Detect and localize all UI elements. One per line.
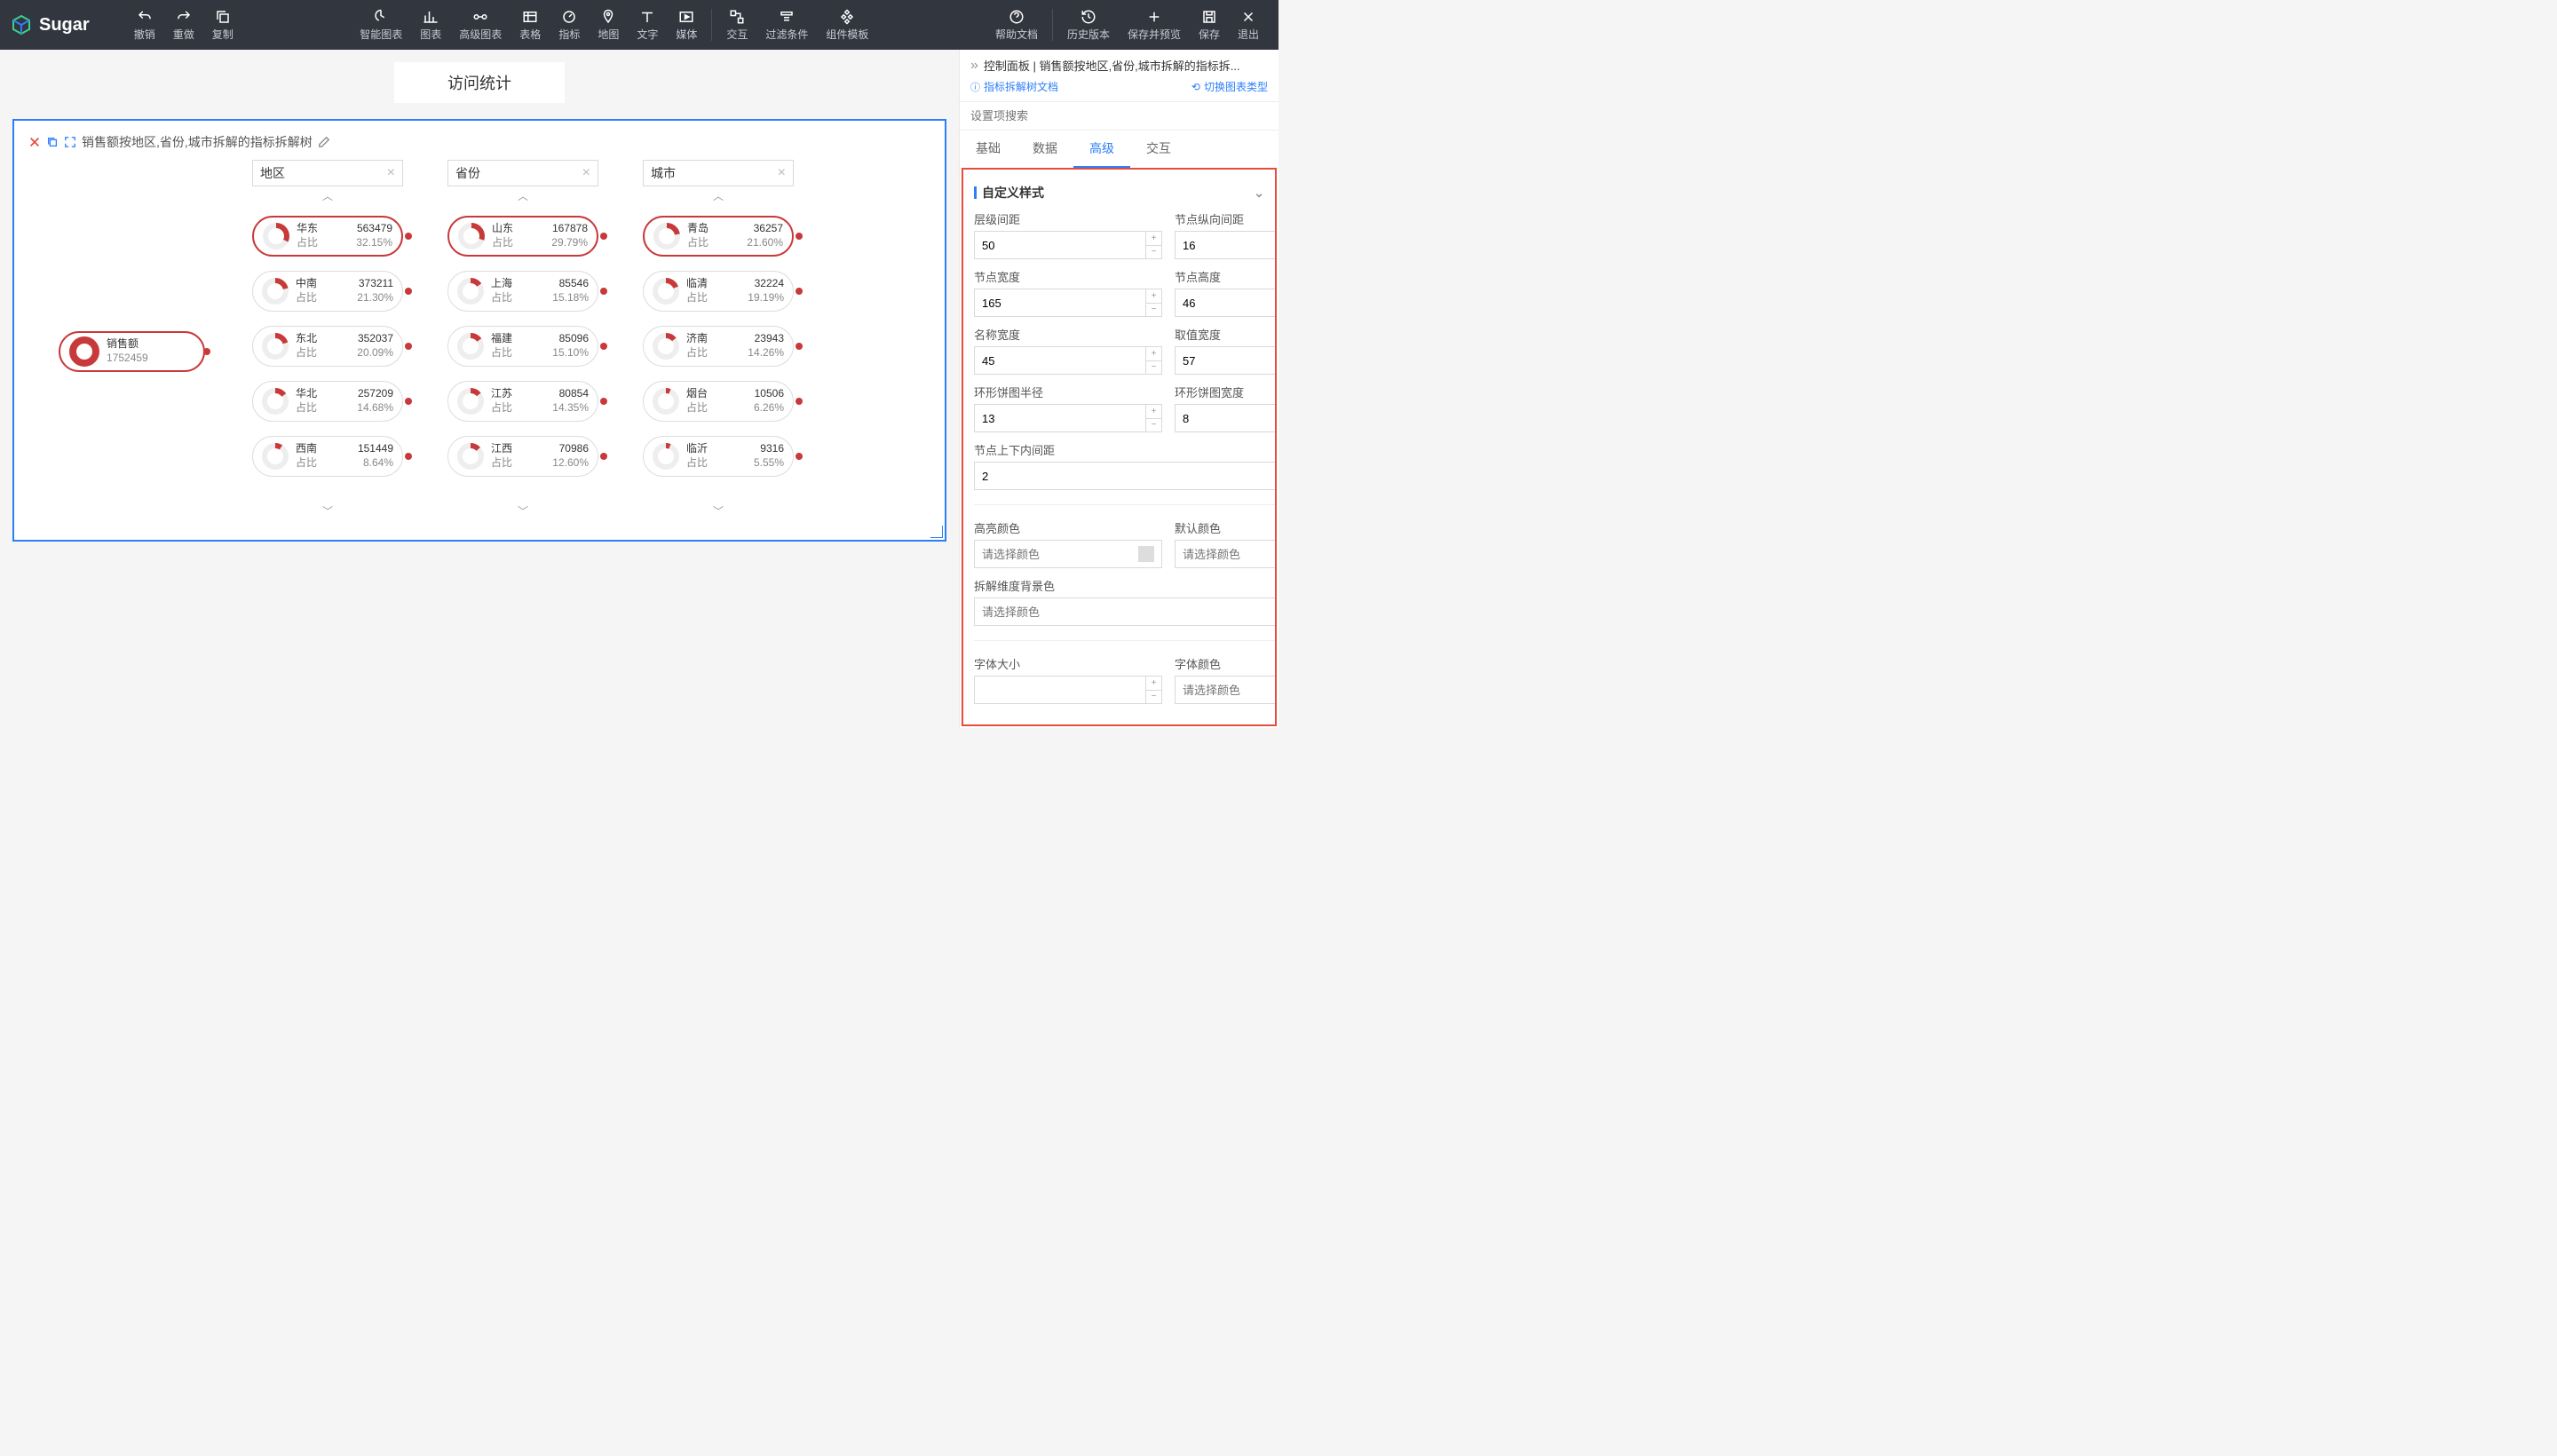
table-button[interactable]: 表格 xyxy=(511,0,550,50)
tree-node[interactable]: 华北257209占比14.68% xyxy=(252,381,403,422)
clear-icon[interactable]: × xyxy=(387,165,395,181)
num-input[interactable]: +− xyxy=(974,676,1162,704)
edit-icon[interactable] xyxy=(318,136,330,148)
topbar: Sugar 撤销 重做 复制 智能图表 图表 高级图表 表格 指标 地图 文字 … xyxy=(0,0,1278,50)
copy-icon[interactable] xyxy=(46,136,59,148)
template-button[interactable]: 组件模板 xyxy=(817,0,877,50)
color-input[interactable] xyxy=(974,540,1162,568)
step-down[interactable]: − xyxy=(1146,246,1161,259)
collapse-panel-icon[interactable]: » xyxy=(970,58,978,74)
num-input[interactable]: +− xyxy=(1175,231,1277,259)
num-input[interactable]: +− xyxy=(974,462,1277,490)
doc-link[interactable]: ⓘ指标拆解树文档 xyxy=(970,79,1058,94)
chevron-down-icon[interactable]: ⌄ xyxy=(1254,186,1264,201)
dim-select-1[interactable]: 省份× xyxy=(447,160,598,186)
logo: Sugar xyxy=(11,14,90,36)
save-preview-button[interactable]: 保存并预览 xyxy=(1119,0,1190,50)
copy-button[interactable]: 复制 xyxy=(203,0,242,50)
step-up[interactable]: + xyxy=(1146,232,1161,246)
num-input[interactable]: +− xyxy=(1175,289,1277,317)
tree-node[interactable]: 西南151449占比8.64% xyxy=(252,436,403,477)
scroll-up-1[interactable]: ︿ xyxy=(447,188,598,203)
tree-node[interactable]: 东北352037占比20.09% xyxy=(252,326,403,367)
dim-select-2[interactable]: 城市× xyxy=(643,160,794,186)
expand-icon[interactable] xyxy=(64,136,76,148)
smart-chart-button[interactable]: 智能图表 xyxy=(351,0,411,50)
scroll-up-0[interactable]: ︿ xyxy=(252,188,403,203)
panel-tab-2[interactable]: 高级 xyxy=(1073,131,1130,168)
redo-button[interactable]: 重做 xyxy=(164,0,203,50)
scroll-up-2[interactable]: ︿ xyxy=(643,188,794,203)
tree-node[interactable]: 福建85096占比15.10% xyxy=(447,326,598,367)
color-input[interactable] xyxy=(1175,676,1277,704)
switch-chart-link[interactable]: ⟲切换图表类型 xyxy=(1191,79,1268,94)
clear-icon[interactable]: × xyxy=(582,165,590,181)
tree-node[interactable]: 江西70986占比12.60% xyxy=(447,436,598,477)
help-button[interactable]: 帮助文档 xyxy=(986,0,1047,50)
color-input[interactable] xyxy=(1175,540,1277,568)
section-title[interactable]: 自定义样式⌄ xyxy=(974,178,1264,210)
tree-node[interactable]: 中南373211占比21.30% xyxy=(252,271,403,312)
step-down[interactable]: − xyxy=(1146,361,1161,375)
step-up[interactable]: + xyxy=(1146,347,1161,361)
resize-handle[interactable] xyxy=(930,526,943,538)
right-panel: » 控制面板 | 销售额按地区,省份,城市拆解的指标拆... ⓘ指标拆解树文档 … xyxy=(959,50,1278,728)
step-up[interactable]: + xyxy=(1146,289,1161,304)
history-button[interactable]: 历史版本 xyxy=(1058,0,1119,50)
step-up[interactable]: + xyxy=(1146,405,1161,419)
tree-node[interactable]: 华东563479占比32.15% xyxy=(252,216,403,257)
chart-button[interactable]: 图表 xyxy=(411,0,450,50)
color-input[interactable] xyxy=(974,597,1277,626)
scroll-down-0[interactable]: ﹀ xyxy=(252,503,403,518)
dim-select-0[interactable]: 地区× xyxy=(252,160,403,186)
scroll-down-1[interactable]: ﹀ xyxy=(447,503,598,518)
num-input[interactable]: +− xyxy=(974,289,1162,317)
media-button[interactable]: 媒体 xyxy=(667,0,706,50)
save-button[interactable]: 保存 xyxy=(1190,0,1229,50)
tree-node[interactable]: 烟台10506占比6.26% xyxy=(643,381,794,422)
num-input[interactable]: +− xyxy=(1175,404,1277,432)
brand-text: Sugar xyxy=(39,15,90,36)
page-title[interactable]: 访问统计 xyxy=(394,62,565,103)
num-input[interactable]: +− xyxy=(1175,346,1277,375)
tree-node[interactable]: 江苏80854占比14.35% xyxy=(447,381,598,422)
adv-chart-button[interactable]: 高级图表 xyxy=(450,0,511,50)
step-down[interactable]: − xyxy=(1146,419,1161,432)
settings-search-input[interactable] xyxy=(970,109,1268,123)
panel-tab-3[interactable]: 交互 xyxy=(1130,131,1187,168)
step-down[interactable]: − xyxy=(1146,304,1161,317)
root-node[interactable]: 销售额1752459 xyxy=(59,331,205,372)
panel-title: 控制面板 | 销售额按地区,省份,城市拆解的指标拆... xyxy=(984,57,1268,74)
tree-node[interactable]: 临沂9316占比5.55% xyxy=(643,436,794,477)
chart-container[interactable]: 销售额按地区,省份,城市拆解的指标拆解树 地区× 省份× 城市× ︿ ︿ ︿ 销售额17… xyxy=(12,119,946,542)
filter-button[interactable]: 过滤条件 xyxy=(756,0,817,50)
tree-node[interactable]: 上海85546占比15.18% xyxy=(447,271,598,312)
chart-title: 销售额按地区,省份,城市拆解的指标拆解树 xyxy=(82,133,313,151)
num-input[interactable]: +− xyxy=(974,346,1162,375)
tree-node[interactable]: 山东167878占比29.79% xyxy=(447,216,598,257)
panel-tab-1[interactable]: 数据 xyxy=(1017,131,1073,168)
panel-tab-0[interactable]: 基础 xyxy=(960,131,1017,168)
text-button[interactable]: 文字 xyxy=(628,0,667,50)
exit-button[interactable]: 退出 xyxy=(1229,0,1268,50)
num-input[interactable]: +− xyxy=(974,404,1162,432)
close-icon[interactable] xyxy=(28,136,41,148)
step-up[interactable]: + xyxy=(1146,677,1161,691)
map-button[interactable]: 地图 xyxy=(589,0,628,50)
tree-node[interactable]: 济南23943占比14.26% xyxy=(643,326,794,367)
clear-icon[interactable]: × xyxy=(778,165,786,181)
tree-node[interactable]: 青岛36257占比21.60% xyxy=(643,216,794,257)
canvas[interactable]: 访问统计 销售额按地区,省份,城市拆解的指标拆解树 地区× 省份× 城市× ︿ ︿ ︿ … xyxy=(0,50,959,728)
step-down[interactable]: − xyxy=(1146,691,1161,704)
interact-button[interactable]: 交互 xyxy=(717,0,756,50)
undo-button[interactable]: 撤销 xyxy=(125,0,164,50)
scroll-down-2[interactable]: ﹀ xyxy=(643,503,794,518)
num-input[interactable]: +− xyxy=(974,231,1162,259)
tree-node[interactable]: 临清32224占比19.19% xyxy=(643,271,794,312)
metric-button[interactable]: 指标 xyxy=(550,0,589,50)
